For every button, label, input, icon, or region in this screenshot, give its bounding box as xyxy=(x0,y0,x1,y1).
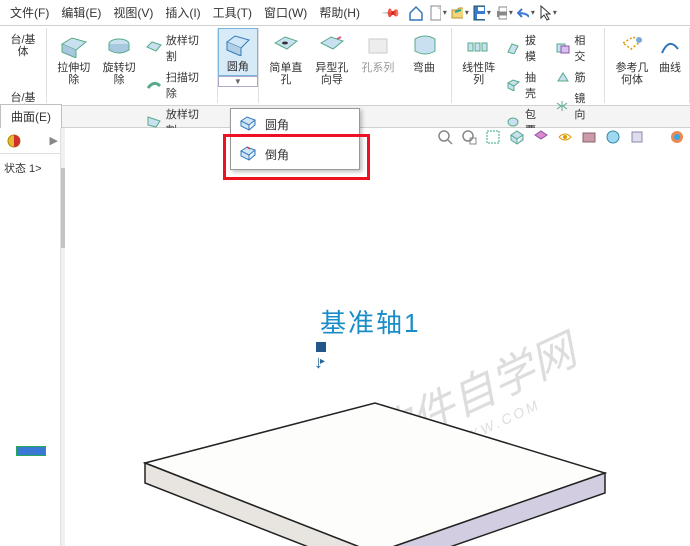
intersect-icon xyxy=(555,40,571,56)
wrap-icon xyxy=(410,32,438,60)
sweep-cut-button[interactable]: 扫描切除 xyxy=(142,67,213,103)
lp-config-row[interactable]: ▶ xyxy=(0,128,64,154)
new-doc-icon[interactable] xyxy=(429,4,447,22)
revolve-cut-button[interactable]: 旋转切 除 xyxy=(96,30,141,140)
color-ball-icon xyxy=(6,133,22,149)
home-icon[interactable] xyxy=(407,4,425,22)
zoom-area-icon[interactable] xyxy=(460,128,478,146)
linear-pattern-icon xyxy=(465,32,493,60)
hide-show-icon[interactable] xyxy=(556,128,574,146)
hole-wizard-button[interactable]: 异型孔 向导 xyxy=(309,30,355,88)
undo-icon[interactable] xyxy=(517,4,535,22)
fillet-icon xyxy=(239,115,257,133)
revolve-cut-icon xyxy=(105,32,133,60)
lp-indicator xyxy=(16,446,46,456)
state-label: 状态 1> xyxy=(0,154,64,182)
mirror-button[interactable]: 镜向 xyxy=(551,88,600,124)
menu-view[interactable]: 视图(V) xyxy=(107,0,159,25)
save-icon[interactable] xyxy=(473,4,491,22)
hole-wizard-icon xyxy=(318,32,346,60)
menu-tools[interactable]: 工具(T) xyxy=(207,0,258,25)
wrap-button[interactable]: 弯曲 xyxy=(401,30,447,88)
ref-geom-icon xyxy=(618,32,646,60)
simple-hole-button[interactable]: 简单直 孔 xyxy=(263,30,309,88)
print-icon[interactable] xyxy=(495,4,513,22)
zoom-fit-icon[interactable] xyxy=(436,128,454,146)
draft-button[interactable]: 拔模 xyxy=(501,30,550,66)
fillet-button[interactable]: 圆角 xyxy=(218,28,258,76)
section-view-icon[interactable] xyxy=(484,128,502,146)
sweep-cut-icon xyxy=(146,77,162,93)
tab-surface[interactable]: 曲面(E) xyxy=(0,104,62,129)
shell-button[interactable]: 抽壳 xyxy=(501,67,550,103)
view-toolbar xyxy=(436,128,686,146)
fillet-dropdown-menu: 圆角 倒角 xyxy=(230,108,360,170)
menu-edit[interactable]: 编辑(E) xyxy=(55,0,107,25)
curves-button[interactable]: 曲线 xyxy=(655,30,685,88)
draft-icon xyxy=(505,40,521,56)
view-settings-icon[interactable] xyxy=(628,128,646,146)
display-style-icon[interactable] xyxy=(532,128,550,146)
ref-geom-button[interactable]: 参考几 何体 xyxy=(609,30,655,88)
dropdown-fillet[interactable]: 圆角 xyxy=(231,109,359,139)
rib-icon xyxy=(555,69,571,85)
dropdown-chamfer[interactable]: 倒角 xyxy=(231,139,359,169)
fillet-dropdown-caret[interactable]: ▼ xyxy=(218,76,258,87)
scrollbar-thumb[interactable] xyxy=(61,168,65,248)
datum-arrow-icon[interactable]: ↓▸ xyxy=(314,352,328,373)
hole-series-icon xyxy=(364,32,392,60)
mirror-icon xyxy=(555,98,571,114)
edit-scene-icon[interactable] xyxy=(580,128,598,146)
scrollbar-track[interactable] xyxy=(60,128,65,546)
hole-series-button[interactable]: 孔系列 xyxy=(355,30,401,88)
menu-window[interactable]: 窗口(W) xyxy=(258,0,313,25)
curves-icon xyxy=(656,32,684,60)
view-orient-icon[interactable] xyxy=(508,128,526,146)
select-cursor-icon[interactable] xyxy=(539,4,557,22)
appearance-icon[interactable] xyxy=(668,128,686,146)
feature-tree-panel: ▶ 状态 1> xyxy=(0,128,65,546)
intersect-button[interactable]: 相交 xyxy=(551,30,600,66)
menu-file[interactable]: 文件(F) xyxy=(4,0,55,25)
shell-icon xyxy=(505,77,521,93)
model-slab[interactable] xyxy=(115,363,645,546)
pin-icon[interactable]: 📌 xyxy=(381,2,401,22)
apply-texture-icon[interactable] xyxy=(604,128,622,146)
chevron-right-icon: ▶ xyxy=(50,134,58,147)
loft-cut-button[interactable]: 放样切割 xyxy=(142,30,213,66)
fillet-icon xyxy=(224,31,252,59)
rib-button[interactable]: 筋 xyxy=(551,67,600,87)
menu-help[interactable]: 帮助(H) xyxy=(313,0,366,25)
chamfer-icon xyxy=(239,145,257,163)
loft-cut-icon xyxy=(146,40,162,56)
open-icon[interactable] xyxy=(451,4,469,22)
datum-axis-label[interactable]: 基准轴1 xyxy=(320,303,420,340)
datum-handle[interactable] xyxy=(316,342,326,352)
extrude-cut-icon xyxy=(60,32,88,60)
linear-pattern-button[interactable]: 线性阵 列 xyxy=(456,30,501,140)
simple-hole-icon xyxy=(272,32,300,60)
menu-insert[interactable]: 插入(I) xyxy=(159,0,206,25)
